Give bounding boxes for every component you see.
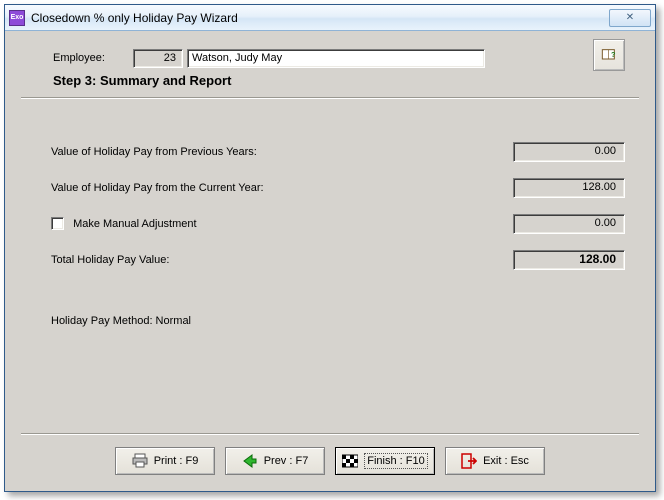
divider-top [21, 97, 639, 99]
client-area: Employee: 23 Watson, Judy May ? Step 3: … [5, 31, 655, 491]
exit-icon [461, 453, 477, 469]
label-previous-years: Value of Holiday Pay from Previous Years… [51, 146, 513, 158]
manual-adjustment-group: Make Manual Adjustment [51, 218, 513, 230]
help-button[interactable]: ? [593, 39, 625, 71]
prev-button[interactable]: Prev : F7 [225, 447, 325, 475]
arrow-left-icon [242, 453, 258, 469]
label-current-year: Value of Holiday Pay from the Current Ye… [51, 182, 513, 194]
printer-icon [132, 453, 148, 469]
titlebar[interactable]: Exo Closedown % only Holiday Pay Wizard … [5, 5, 655, 31]
print-button-label: Print : F9 [154, 455, 199, 467]
app-icon: Exo [9, 10, 25, 26]
svg-text:?: ? [611, 50, 616, 59]
row-previous-years: Value of Holiday Pay from Previous Years… [51, 141, 625, 163]
print-button[interactable]: Print : F9 [115, 447, 215, 475]
summary-fields: Value of Holiday Pay from Previous Years… [51, 141, 625, 285]
holiday-pay-method: Holiday Pay Method: Normal [51, 315, 191, 327]
employee-id-field[interactable]: 23 [133, 49, 183, 68]
close-icon: ✕ [626, 12, 634, 23]
divider-bottom [21, 433, 639, 435]
row-total: Total Holiday Pay Value: 128.00 [51, 249, 625, 271]
value-manual-adjustment[interactable]: 0.00 [513, 214, 625, 234]
window-close-button[interactable]: ✕ [609, 9, 651, 27]
value-current-year: 128.00 [513, 178, 625, 198]
window-title: Closedown % only Holiday Pay Wizard [31, 11, 609, 25]
button-row: Print : F9 Prev : F7 [5, 447, 655, 475]
help-book-icon: ? [601, 47, 617, 63]
prev-button-label: Prev : F7 [264, 455, 309, 467]
finish-flag-icon [342, 453, 358, 469]
value-total: 128.00 [513, 250, 625, 270]
exit-button-label: Exit : Esc [483, 455, 529, 467]
label-total: Total Holiday Pay Value: [51, 254, 513, 266]
manual-adjustment-checkbox[interactable] [51, 217, 64, 230]
finish-button[interactable]: Finish : F10 [335, 447, 435, 475]
step-heading: Step 3: Summary and Report [53, 73, 615, 88]
exit-button[interactable]: Exit : Esc [445, 447, 545, 475]
employee-name-field[interactable]: Watson, Judy May [187, 49, 485, 68]
employee-label: Employee: [53, 52, 133, 64]
finish-button-label: Finish : F10 [364, 453, 427, 469]
wizard-window: Exo Closedown % only Holiday Pay Wizard … [4, 4, 656, 492]
row-manual-adjustment: Make Manual Adjustment 0.00 [51, 213, 625, 235]
row-current-year: Value of Holiday Pay from the Current Ye… [51, 177, 625, 199]
value-previous-years: 0.00 [513, 142, 625, 162]
label-manual-adjustment: Make Manual Adjustment [73, 218, 197, 230]
employee-row: Employee: 23 Watson, Judy May [53, 47, 631, 69]
